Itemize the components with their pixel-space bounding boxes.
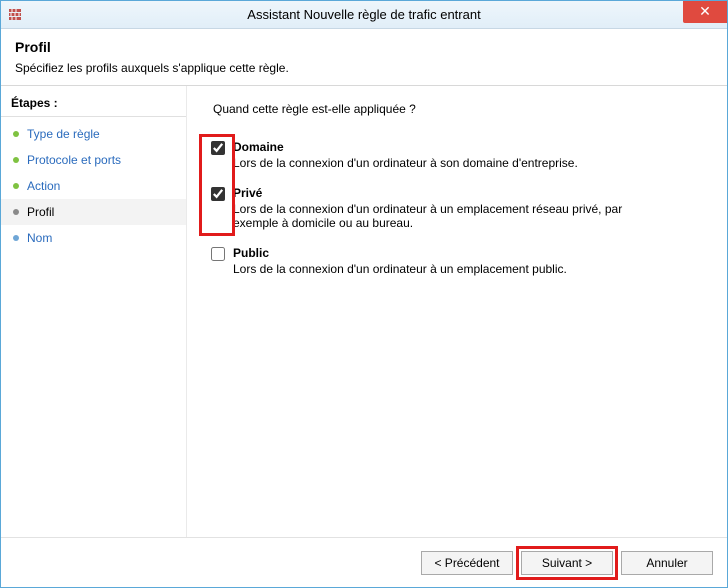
bullet-icon (13, 131, 19, 137)
page-title: Profil (15, 39, 713, 55)
firewall-icon (7, 7, 23, 23)
page-subtitle: Spécifiez les profils auxquels s'appliqu… (15, 61, 713, 75)
profile-private-title: Privé (233, 186, 663, 200)
step-label: Profil (27, 203, 54, 221)
profile-public-title: Public (233, 246, 567, 260)
bullet-icon (13, 235, 19, 241)
profile-public-text: Public Lors de la connexion d'un ordinat… (233, 246, 567, 276)
bullet-icon (13, 183, 19, 189)
profile-domain-title: Domaine (233, 140, 578, 154)
profile-domain-text: Domaine Lors de la connexion d'un ordina… (233, 140, 578, 170)
step-action[interactable]: Action (1, 173, 186, 199)
profile-private: Privé Lors de la connexion d'un ordinate… (203, 186, 705, 230)
step-label: Protocole et ports (27, 151, 121, 169)
cancel-button-wrap: Annuler (621, 551, 713, 575)
step-type-de-regle[interactable]: Type de règle (1, 121, 186, 147)
step-label: Type de règle (27, 125, 100, 143)
step-nom[interactable]: Nom (1, 225, 186, 251)
apply-question: Quand cette règle est-elle appliquée ? (213, 102, 705, 116)
profile-public: Public Lors de la connexion d'un ordinat… (203, 246, 705, 276)
close-icon: ✕ (699, 3, 711, 19)
profiles-group: Domaine Lors de la connexion d'un ordina… (203, 140, 705, 292)
header-area: Profil Spécifiez les profils auxquels s'… (1, 29, 727, 83)
steps-sidebar: Étapes : Type de règle Protocole et port… (1, 86, 187, 537)
checkbox-domain[interactable] (211, 141, 225, 155)
bullet-icon (13, 209, 19, 215)
step-protocole-et-ports[interactable]: Protocole et ports (1, 147, 186, 173)
profile-private-desc: Lors de la connexion d'un ordinateur à u… (233, 202, 663, 230)
next-button-wrap: Suivant > (521, 551, 613, 575)
window-title: Assistant Nouvelle règle de trafic entra… (1, 7, 727, 22)
step-label: Action (27, 177, 60, 195)
back-button[interactable]: < Précédent (421, 551, 513, 575)
profile-domain-desc: Lors de la connexion d'un ordinateur à s… (233, 156, 578, 170)
body-area: Étapes : Type de règle Protocole et port… (1, 86, 727, 537)
steps-list: Type de règle Protocole et ports Action … (1, 117, 186, 255)
titlebar: Assistant Nouvelle règle de trafic entra… (1, 1, 727, 29)
checkbox-private[interactable] (211, 187, 225, 201)
back-button-wrap: < Précédent (421, 551, 513, 575)
step-profil[interactable]: Profil (1, 199, 186, 225)
profile-private-text: Privé Lors de la connexion d'un ordinate… (233, 186, 663, 230)
profile-domain: Domaine Lors de la connexion d'un ordina… (203, 140, 705, 170)
wizard-window: Assistant Nouvelle règle de trafic entra… (0, 0, 728, 588)
content-panel: Quand cette règle est-elle appliquée ? D… (187, 86, 727, 537)
steps-header: Étapes : (1, 92, 186, 117)
cancel-button[interactable]: Annuler (621, 551, 713, 575)
next-button[interactable]: Suivant > (521, 551, 613, 575)
close-button[interactable]: ✕ (683, 1, 727, 23)
checkbox-public[interactable] (211, 247, 225, 261)
bullet-icon (13, 157, 19, 163)
step-label: Nom (27, 229, 52, 247)
profile-public-desc: Lors de la connexion d'un ordinateur à u… (233, 262, 567, 276)
wizard-footer: < Précédent Suivant > Annuler (1, 537, 727, 587)
